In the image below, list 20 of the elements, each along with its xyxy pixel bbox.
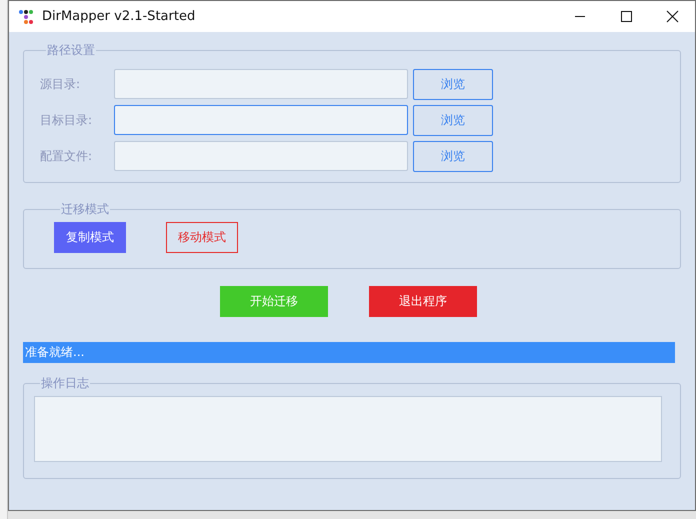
field-label: 源目录:	[40, 76, 82, 92]
action-button[interactable]: 退出程序	[369, 286, 477, 317]
group-title: 操作日志	[40, 375, 90, 392]
field-label: 配置文件:	[40, 148, 94, 164]
browse-button[interactable]: 浏览	[413, 104, 493, 136]
log-area[interactable]	[34, 396, 662, 462]
app-icon	[18, 8, 34, 24]
mode-button[interactable]: 复制模式	[54, 222, 126, 253]
browse-button[interactable]: 浏览	[413, 68, 493, 100]
group-title: 迁移模式	[60, 201, 110, 218]
group-title: 路径设置	[46, 42, 96, 59]
input-field[interactable]	[114, 69, 408, 99]
input-field[interactable]	[114, 105, 408, 135]
action-button[interactable]: 开始迁移	[220, 286, 328, 317]
mode-button[interactable]: 移动模式	[166, 222, 238, 253]
status-bar: 准备就绪...	[23, 342, 675, 363]
field-label: 目标目录:	[40, 112, 94, 128]
window-title: DirMapper v2.1-Started	[42, 9, 196, 24]
browse-button[interactable]: 浏览	[413, 140, 493, 172]
input-field[interactable]	[114, 141, 408, 171]
